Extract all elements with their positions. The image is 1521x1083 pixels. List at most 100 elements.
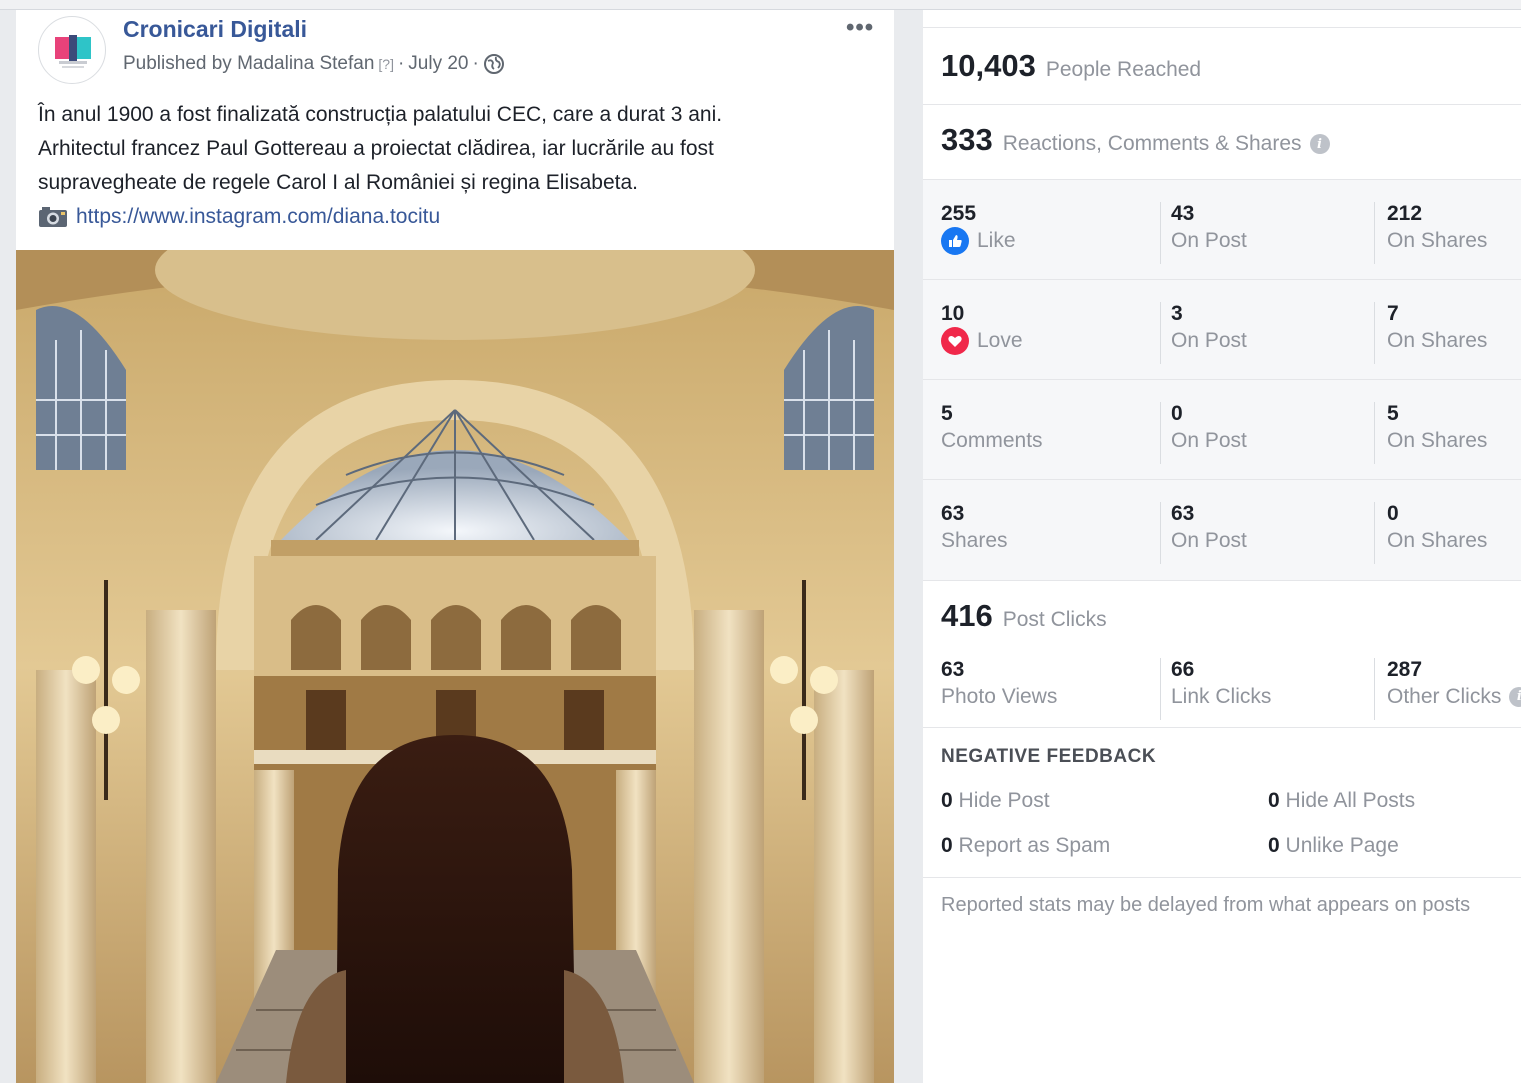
shares-on-post-label: On Post — [1171, 529, 1247, 552]
people-reached-value: 10,403 — [941, 48, 1036, 83]
love-on-post-label: On Post — [1171, 329, 1247, 352]
love-icon — [941, 327, 969, 355]
post-text-line: supravegheate de regele Carol I al Român… — [38, 171, 639, 194]
post-header: Cronicari Digitali Published by Madalina… — [16, 10, 894, 100]
love-on-post: 3 On Post — [1160, 302, 1247, 364]
report-spam-label: Report as Spam — [958, 834, 1111, 857]
post-date[interactable]: July 20 — [408, 53, 468, 75]
unlike-page-stat: 0 Unlike Page — [1268, 834, 1399, 858]
byline-help[interactable]: [?] — [378, 56, 394, 72]
reactions-breakdown: 255 Like 43 On Post 212 On Shares 10 Lov… — [923, 180, 1521, 580]
byline-separator: · — [472, 53, 479, 74]
like-on-shares-value: 212 — [1387, 202, 1423, 225]
comments-total: 5 Comments — [941, 402, 1043, 456]
other-clicks-label-wrap: Other Clicks i — [1387, 682, 1521, 712]
other-clicks-label: Other Clicks — [1387, 685, 1502, 708]
hide-post-value: 0 — [941, 789, 953, 812]
love-label: Love — [977, 329, 1023, 352]
like-label-wrap: Like — [941, 226, 1016, 256]
panel-top-divider — [923, 10, 1521, 28]
byline-author[interactable]: Published by Madalina Stefan — [123, 53, 374, 75]
love-on-shares: 7 On Shares — [1374, 302, 1487, 364]
shares-on-post-value: 63 — [1171, 502, 1195, 525]
like-total: 255 Like — [941, 202, 1016, 256]
engagement-row: 333 Reactions, Comments & Shares i — [941, 122, 1330, 158]
post-options-button[interactable]: ••• — [846, 14, 874, 42]
people-reached-row: 10,403 People Reached — [941, 48, 1201, 84]
globe-icon[interactable] — [483, 53, 505, 75]
instagram-link[interactable]: https://www.instagram.com/diana.tocitu — [38, 200, 440, 234]
shares-on-post: 63 On Post — [1160, 502, 1247, 564]
comments-on-shares: 5 On Shares — [1374, 402, 1487, 464]
shares-on-shares-value: 0 — [1387, 502, 1399, 525]
link-clicks: 66 Link Clicks — [1160, 658, 1271, 720]
post-text-line: În anul 1900 a fost finalizată construcț… — [38, 103, 723, 126]
stats-delay-note: Reported stats may be delayed from what … — [941, 894, 1471, 916]
page-name[interactable]: Cronicari Digitali — [123, 16, 307, 43]
post-clicks-value: 416 — [941, 598, 993, 633]
page-avatar[interactable] — [38, 16, 106, 84]
report-spam-stat: 0 Report as Spam — [941, 834, 1110, 858]
negative-feedback-title: NEGATIVE FEEDBACK — [941, 746, 1157, 767]
love-row: 10 Love 3 On Post 7 On Shares — [923, 280, 1521, 380]
comments-on-shares-value: 5 — [1387, 402, 1399, 425]
like-on-shares-label: On Shares — [1387, 229, 1488, 252]
link-clicks-label: Link Clicks — [1171, 685, 1272, 708]
unlike-page-label: Unlike Page — [1285, 834, 1399, 857]
top-bar — [0, 0, 1521, 10]
comments-total-value: 5 — [941, 402, 953, 425]
love-label-wrap: Love — [941, 326, 1023, 356]
comments-label: Comments — [941, 429, 1043, 452]
shares-total-value: 63 — [941, 502, 965, 525]
post-byline: Published by Madalina Stefan [?] · July … — [123, 53, 505, 75]
like-total-value: 255 — [941, 202, 977, 225]
love-total-value: 10 — [941, 302, 965, 325]
hide-all-label: Hide All Posts — [1285, 789, 1416, 812]
post-clicks-row: 416 Post Clicks — [941, 598, 1107, 634]
comments-on-post: 0 On Post — [1160, 402, 1247, 464]
like-on-post-value: 43 — [1171, 202, 1195, 225]
people-reached-label: People Reached — [1045, 58, 1202, 81]
photo-views: 63 Photo Views — [941, 658, 1057, 712]
instagram-link-text: https://www.instagram.com/diana.tocitu — [76, 205, 441, 228]
love-on-shares-value: 7 — [1387, 302, 1399, 325]
comments-on-post-label: On Post — [1171, 429, 1247, 452]
hide-post-stat: 0 Hide Post — [941, 789, 1050, 813]
like-on-post: 43 On Post — [1160, 202, 1247, 264]
hide-all-posts-stat: 0 Hide All Posts — [1268, 789, 1415, 813]
info-icon[interactable]: i — [1309, 134, 1330, 154]
divider — [923, 877, 1521, 878]
post-link-line: https://www.instagram.com/diana.tocitu — [38, 200, 878, 239]
love-total: 10 Love — [941, 302, 1023, 356]
engagement-label: Reactions, Comments & Shares — [1002, 132, 1302, 155]
hide-all-value: 0 — [1268, 789, 1280, 812]
shares-total: 63 Shares — [941, 502, 1008, 556]
engagement-label-wrap: Reactions, Comments & Shares i — [1003, 132, 1330, 156]
divider — [923, 104, 1521, 105]
unlike-page-value: 0 — [1268, 834, 1280, 857]
love-on-post-value: 3 — [1171, 302, 1183, 325]
comments-on-post-value: 0 — [1171, 402, 1183, 425]
like-icon — [941, 227, 969, 255]
page-logo-icon — [55, 35, 91, 68]
shares-label: Shares — [941, 529, 1008, 552]
post-text: În anul 1900 a fost finalizată construcț… — [38, 98, 878, 239]
shares-on-shares: 0 On Shares — [1374, 502, 1487, 564]
info-icon[interactable]: i — [1509, 687, 1521, 707]
post-card: Cronicari Digitali Published by Madalina… — [16, 10, 894, 1083]
like-on-shares: 212 On Shares — [1374, 202, 1487, 264]
post-clicks-breakdown: 63 Photo Views 66 Link Clicks 287 Other … — [923, 650, 1521, 730]
love-on-shares-label: On Shares — [1387, 329, 1488, 352]
post-photo[interactable] — [16, 250, 894, 1083]
other-clicks: 287 Other Clicks i — [1374, 658, 1521, 720]
comments-on-shares-label: On Shares — [1387, 429, 1488, 452]
shares-row: 63 Shares 63 On Post 0 On Shares — [923, 480, 1521, 580]
like-label: Like — [977, 229, 1016, 252]
like-row: 255 Like 43 On Post 212 On Shares — [923, 180, 1521, 280]
engagement-value: 333 — [941, 122, 993, 157]
link-clicks-value: 66 — [1171, 658, 1195, 681]
post-clicks-label: Post Clicks — [1002, 608, 1107, 631]
post-text-line: Arhitectul francez Paul Gottereau a proi… — [38, 137, 714, 160]
post-insights-panel: 10,403 People Reached 333 Reactions, Com… — [923, 10, 1521, 1083]
byline-separator: · — [397, 53, 405, 74]
